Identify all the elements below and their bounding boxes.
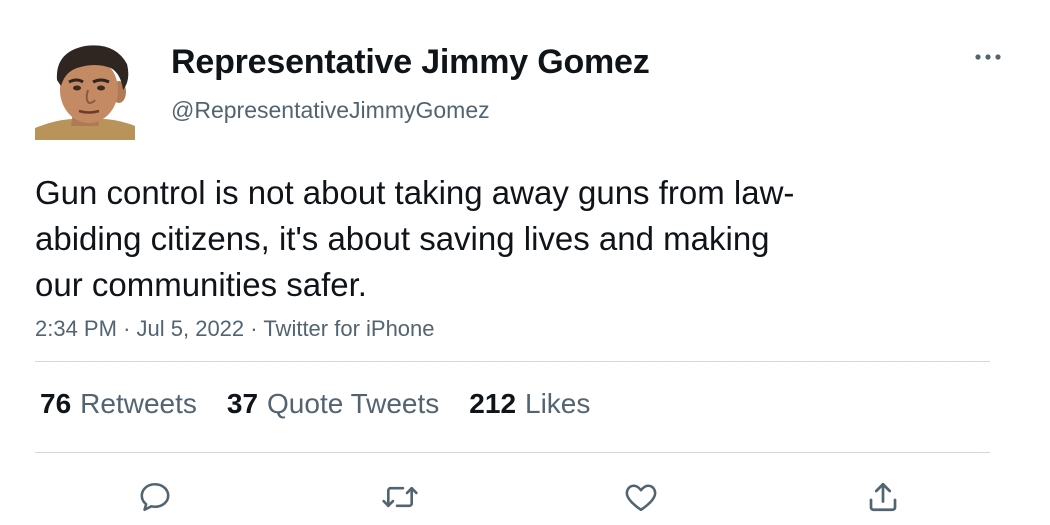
reply-button[interactable] <box>133 475 177 519</box>
more-horizontal-icon <box>975 54 1001 60</box>
retweets-stat[interactable]: 76 Retweets <box>40 388 197 420</box>
heart-icon <box>625 484 657 512</box>
tweet-card: Representative Jimmy Gomez @Representati… <box>0 0 1050 525</box>
user-handle[interactable]: @RepresentativeJimmyGomez <box>171 97 490 124</box>
retweet-icon <box>382 486 418 508</box>
retweet-button[interactable] <box>378 475 422 519</box>
tweet-meta: 2:34 PM · Jul 5, 2022 · Twitter for iPho… <box>35 316 435 342</box>
like-button[interactable] <box>619 475 663 519</box>
display-name[interactable]: Representative Jimmy Gomez <box>171 43 650 82</box>
tweet-actions <box>0 470 1050 520</box>
tweet-date[interactable]: Jul 5, 2022 <box>137 316 245 341</box>
tweet-stats: 76 Retweets 37 Quote Tweets 212 Likes <box>40 388 590 420</box>
tweet-text: Gun control is not about taking away gun… <box>35 174 795 303</box>
quote-tweets-count: 37 <box>226 388 259 419</box>
retweets-label: Retweets <box>80 388 197 419</box>
share-button[interactable] <box>861 475 905 519</box>
share-icon <box>869 482 897 512</box>
tweet-source[interactable]: Twitter for iPhone <box>263 316 434 341</box>
retweets-count: 76 <box>40 388 72 419</box>
avatar-portrait <box>35 40 135 140</box>
meta-separator: · <box>250 316 258 341</box>
reply-icon <box>140 482 170 512</box>
quote-tweets-label: Quote Tweets <box>267 388 440 419</box>
tweet-time[interactable]: 2:34 PM <box>35 316 117 341</box>
divider <box>35 452 990 453</box>
more-options-button[interactable] <box>968 42 1008 72</box>
likes-stat[interactable]: 212 Likes <box>469 388 590 420</box>
divider <box>35 361 990 362</box>
likes-label: Likes <box>525 388 591 419</box>
quote-tweets-stat[interactable]: 37 Quote Tweets <box>227 388 439 420</box>
likes-count: 212 <box>469 388 517 419</box>
meta-separator: · <box>123 316 131 341</box>
avatar[interactable] <box>35 40 135 140</box>
